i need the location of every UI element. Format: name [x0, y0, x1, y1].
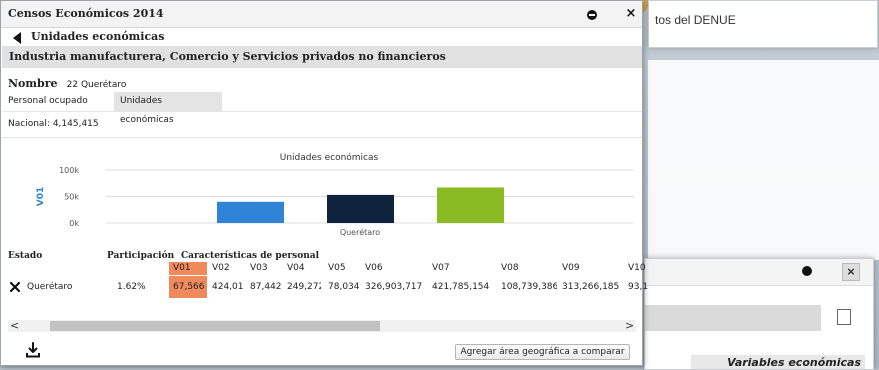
cell-v10: 93,1	[628, 282, 649, 292]
cell-v06: 326,903,717	[365, 282, 423, 292]
name-label: Nombre	[8, 77, 58, 90]
tab-unidades-economicas[interactable]: Unidades económicas	[114, 92, 222, 125]
column-header-participacion: Participación	[107, 251, 175, 261]
chart-y-tick-label: 50k	[64, 193, 79, 202]
row-estado: Querétaro	[27, 282, 73, 292]
background-blank-panel	[648, 60, 879, 260]
background-minimize-icon[interactable]	[802, 266, 812, 276]
chart-y-tick-label: 100k	[59, 166, 79, 175]
chart-bar[interactable]	[437, 187, 504, 223]
chart-y-axis-label: V01	[36, 187, 46, 207]
background-dialog-titlebar	[645, 259, 873, 286]
name-value: 22 Querétaro	[66, 80, 127, 90]
row-participacion: 1.62%	[117, 282, 146, 292]
tab-personal-ocupado[interactable]: Personal ocupado	[2, 92, 96, 111]
bar-chart: Unidades económicas 0k 50k 100k V01 Querét…	[36, 152, 634, 237]
chart-bar[interactable]	[327, 194, 394, 223]
column-header-v08[interactable]: V08	[497, 262, 557, 275]
background-variables-header: Variables económicas	[691, 355, 865, 369]
column-header-estado: Estado	[8, 251, 43, 261]
chart-category-label: Querétaro	[340, 227, 380, 237]
remove-row-icon[interactable]	[8, 280, 22, 294]
cell-v02: 424,019	[212, 282, 244, 292]
background-secondary-dialog: × Variables económicas	[644, 258, 874, 370]
chart-bars	[217, 187, 504, 223]
close-icon[interactable]: ×	[625, 7, 637, 21]
add-area-button[interactable]: Agregar área geográfica a comparar	[455, 344, 630, 360]
nacional-total: Nacional: 4,145,415	[8, 119, 99, 129]
tab-bar: Personal ocupado Unidades económicas	[2, 92, 642, 125]
divider	[2, 137, 642, 138]
sector-header: Industria manufacturera, Comercio y Serv…	[2, 46, 642, 68]
cell-v03: 87,442	[250, 282, 281, 292]
scroll-left-icon[interactable]: <	[10, 320, 19, 332]
background-close-icon[interactable]: ×	[842, 263, 860, 281]
back-arrow-icon[interactable]	[13, 32, 21, 44]
dialog-title: Censos Económicos 2014	[8, 7, 164, 20]
cell-v04: 249,272	[287, 282, 321, 292]
column-header-v10[interactable]: V10	[624, 262, 654, 275]
scroll-right-icon[interactable]: >	[625, 320, 634, 332]
chart-y-tick-label: 0k	[69, 219, 79, 228]
chart-bar[interactable]	[217, 201, 284, 223]
background-denue-text: tos del DENUE	[655, 13, 736, 27]
back-label: Unidades económicas	[31, 30, 165, 43]
column-header-v01[interactable]: V01	[169, 262, 207, 275]
column-header-v03[interactable]: V03	[246, 262, 281, 275]
background-chart-doc-icon[interactable]	[837, 309, 851, 325]
column-header-v02[interactable]: V02	[208, 262, 244, 275]
cell-v05: 78,034	[328, 282, 359, 292]
column-header-v06[interactable]: V06	[361, 262, 426, 275]
minimize-icon[interactable]	[587, 10, 597, 20]
column-header-v05[interactable]: V05	[324, 262, 359, 275]
name-row: Nombre 22 Querétaro	[8, 72, 126, 91]
chart-categories: Querétaro	[340, 227, 380, 237]
background-field	[645, 305, 821, 331]
cell-v07: 421,785,154	[432, 282, 490, 292]
sector-title: Industria manufacturera, Comercio y Serv…	[9, 50, 446, 63]
column-header-v04[interactable]: V04	[283, 262, 321, 275]
censos-dialog: Censos Económicos 2014 × Unidades económ…	[0, 0, 648, 366]
download-icon[interactable]	[26, 342, 40, 358]
column-header-v09[interactable]: V09	[558, 262, 622, 275]
dialog-titlebar[interactable]: Censos Económicos 2014 ×	[1, 1, 642, 28]
cell-v09: 313,266,185	[562, 282, 620, 292]
chart-title: Unidades económicas	[280, 152, 379, 163]
scrollbar-thumb[interactable]	[50, 321, 380, 331]
horizontal-scrollbar[interactable]: < >	[8, 320, 636, 332]
column-header-caracteristicas: Características de personal	[181, 251, 320, 261]
chart-y-ticks: 0k 50k 100k	[59, 166, 79, 228]
background-denue-panel[interactable]: tos del DENUE	[648, 0, 878, 48]
cell-v08: 108,739,386	[501, 282, 557, 292]
cell-v01: 67,566	[169, 276, 207, 298]
column-header-v07[interactable]: V07	[428, 262, 495, 275]
